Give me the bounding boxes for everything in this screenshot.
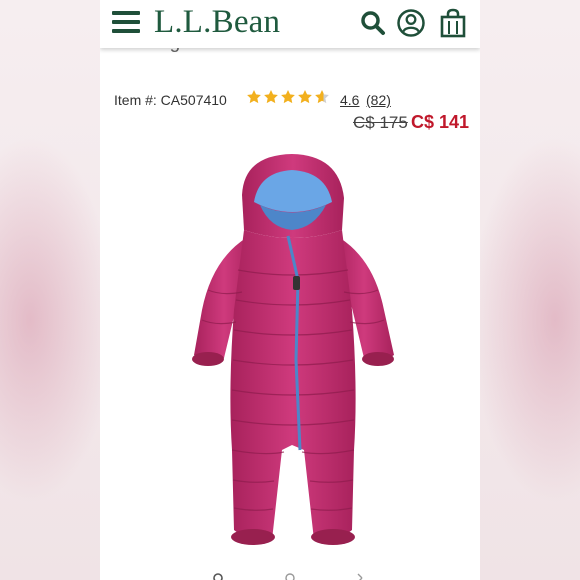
sale-price: C$ 141 <box>411 112 470 132</box>
product-page: L.L.Bean Bunting Item #: CA507410 4.6 ( <box>100 0 480 580</box>
original-price: C$ 175 <box>353 113 408 132</box>
account-icon[interactable] <box>396 8 426 38</box>
bag-icon[interactable] <box>438 8 468 38</box>
star-rating[interactable] <box>246 89 330 105</box>
star-half-icon <box>315 90 329 104</box>
product-image[interactable] <box>164 150 414 555</box>
star-icon <box>298 90 312 104</box>
llbean-logo[interactable]: L.L.Bean <box>154 2 280 42</box>
star-icon <box>281 90 295 104</box>
star-icon <box>264 90 278 104</box>
item-number: Item #: CA507410 <box>114 92 227 108</box>
site-header: L.L.Bean <box>100 0 480 48</box>
menu-icon[interactable] <box>112 11 140 33</box>
search-icon[interactable] <box>358 8 388 38</box>
star-icon <box>247 90 261 104</box>
review-count-link[interactable]: (82) <box>366 92 391 108</box>
rating-value[interactable]: 4.6 <box>340 92 359 108</box>
image-pager[interactable] <box>100 568 480 580</box>
